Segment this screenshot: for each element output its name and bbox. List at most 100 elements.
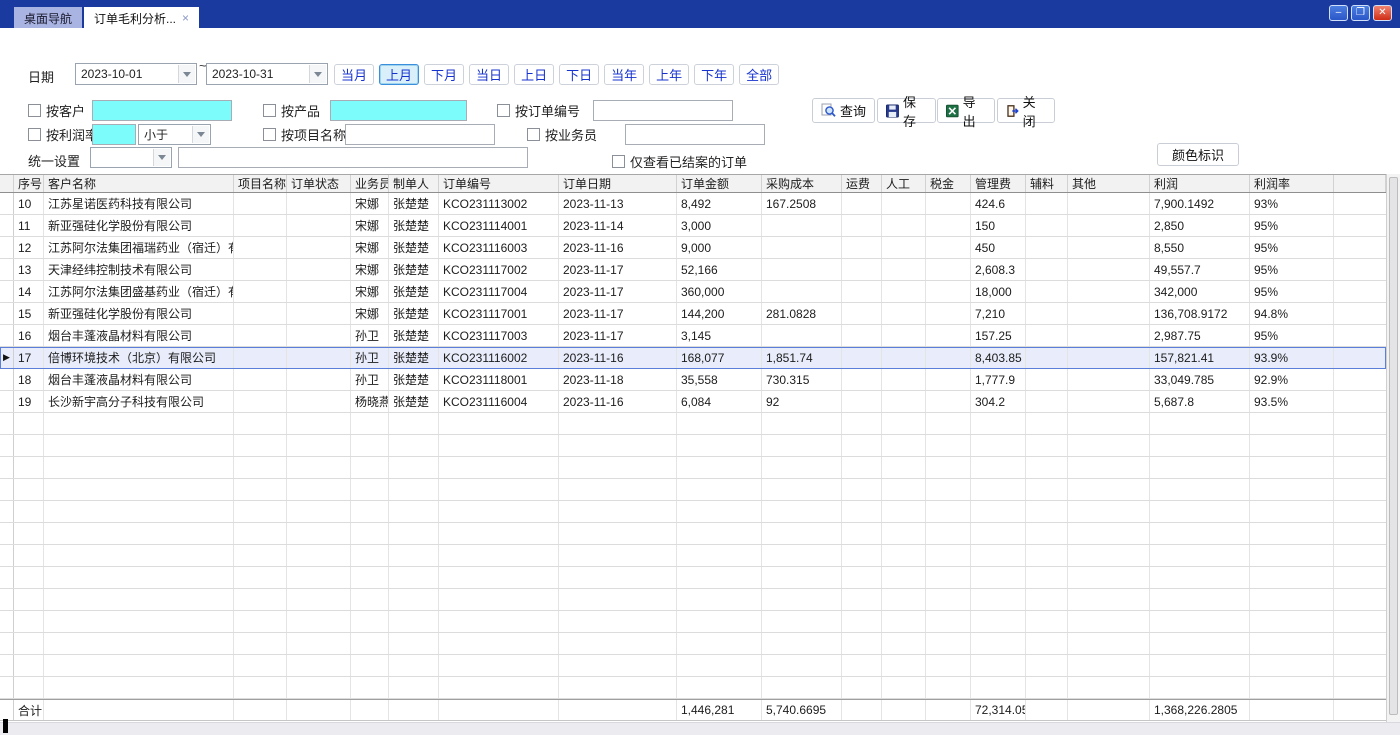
cell[interactable]	[287, 193, 351, 214]
quick-date-button[interactable]: 当年	[604, 64, 644, 85]
cell[interactable]: 93.9%	[1250, 347, 1334, 368]
cell[interactable]	[762, 281, 842, 302]
cell[interactable]: KCO231114001	[439, 215, 559, 236]
row-selector-gutter[interactable]	[0, 325, 14, 346]
cell[interactable]	[287, 347, 351, 368]
column-header[interactable]: 订单金额	[677, 175, 762, 192]
cell[interactable]	[1068, 347, 1150, 368]
cell[interactable]: 360,000	[677, 281, 762, 302]
table-row[interactable]: 16烟台丰蓬液晶材料有限公司孙卫张楚楚KCO2311170032023-11-1…	[0, 325, 1386, 347]
table-row[interactable]: 18烟台丰蓬液晶材料有限公司孙卫张楚楚KCO2311180012023-11-1…	[0, 369, 1386, 391]
cell[interactable]	[842, 369, 882, 390]
by-project-name-checkbox[interactable]: 按项目名称	[263, 125, 346, 144]
cell[interactable]: 95%	[1250, 215, 1334, 236]
by-product-checkbox[interactable]: 按产品	[263, 101, 320, 120]
cell[interactable]: 烟台丰蓬液晶材料有限公司	[44, 369, 234, 390]
cell[interactable]: 长沙新宇高分子科技有限公司	[44, 391, 234, 412]
cell[interactable]: 宋娜	[351, 303, 389, 324]
cell[interactable]: 江苏阿尔法集团盛基药业（宿迁）有限公司	[44, 281, 234, 302]
cell[interactable]	[1068, 237, 1150, 258]
cell[interactable]: 7,210	[971, 303, 1026, 324]
cell[interactable]	[1068, 281, 1150, 302]
profit-rate-operator-combobox[interactable]: 小于	[138, 124, 211, 145]
cell[interactable]: KCO231116004	[439, 391, 559, 412]
cell[interactable]	[926, 347, 971, 368]
checkbox-icon[interactable]	[527, 128, 540, 141]
column-header[interactable]: 运费	[842, 175, 882, 192]
cell[interactable]: 孙卫	[351, 347, 389, 368]
cell[interactable]	[926, 281, 971, 302]
row-selector-gutter[interactable]	[0, 237, 14, 258]
cell[interactable]: 张楚楚	[389, 215, 439, 236]
cell[interactable]: 17	[14, 347, 44, 368]
cell[interactable]: 424.6	[971, 193, 1026, 214]
table-row[interactable]: ▶17倍博环境技术（北京）有限公司孙卫张楚楚KCO2311160022023-1…	[0, 347, 1386, 369]
cell[interactable]: 19	[14, 391, 44, 412]
cell[interactable]: KCO231117003	[439, 325, 559, 346]
column-header[interactable]: 项目名称	[234, 175, 287, 192]
cell[interactable]	[926, 303, 971, 324]
cell[interactable]: 宋娜	[351, 215, 389, 236]
cell[interactable]	[882, 325, 926, 346]
quick-date-button[interactable]: 下日	[559, 64, 599, 85]
cell[interactable]: 15	[14, 303, 44, 324]
cell[interactable]: 2023-11-17	[559, 325, 677, 346]
by-customer-checkbox[interactable]: 按客户	[28, 101, 85, 120]
cell[interactable]: 150	[971, 215, 1026, 236]
cell[interactable]: 95%	[1250, 237, 1334, 258]
cell[interactable]: 144,200	[677, 303, 762, 324]
cell[interactable]	[842, 325, 882, 346]
product-input[interactable]	[330, 100, 467, 121]
checkbox-icon[interactable]	[612, 155, 625, 168]
cell[interactable]	[882, 237, 926, 258]
cell[interactable]: 天津经纬控制技术有限公司	[44, 259, 234, 280]
cell[interactable]: 倍博环境技术（北京）有限公司	[44, 347, 234, 368]
table-row[interactable]: 11新亚强硅化学股份有限公司宋娜张楚楚KCO2311140012023-11-1…	[0, 215, 1386, 237]
cell[interactable]: 35,558	[677, 369, 762, 390]
cell[interactable]	[762, 259, 842, 280]
cell[interactable]	[287, 369, 351, 390]
quick-date-button[interactable]: 上年	[649, 64, 689, 85]
cell[interactable]	[1026, 215, 1068, 236]
cell[interactable]: 3,000	[677, 215, 762, 236]
cell[interactable]: 张楚楚	[389, 303, 439, 324]
quick-date-button[interactable]: 当日	[469, 64, 509, 85]
close-tab-button[interactable]: 关闭	[997, 98, 1055, 123]
cell[interactable]: 49,557.7	[1150, 259, 1250, 280]
quick-date-button[interactable]: 全部	[739, 64, 779, 85]
checkbox-icon[interactable]	[28, 104, 41, 117]
cell[interactable]: 2023-11-14	[559, 215, 677, 236]
cell[interactable]: KCO231116002	[439, 347, 559, 368]
cell[interactable]: 304.2	[971, 391, 1026, 412]
date-from-combobox[interactable]: 2023-10-01	[75, 63, 197, 85]
cell[interactable]	[926, 237, 971, 258]
cell[interactable]: 8,492	[677, 193, 762, 214]
cell[interactable]	[287, 281, 351, 302]
cell[interactable]: 95%	[1250, 259, 1334, 280]
cell[interactable]: 张楚楚	[389, 237, 439, 258]
cell[interactable]: 江苏星诺医药科技有限公司	[44, 193, 234, 214]
cell[interactable]	[1026, 303, 1068, 324]
cell[interactable]: 281.0828	[762, 303, 842, 324]
only-closed-orders-checkbox[interactable]: 仅查看已结案的订单	[612, 152, 747, 171]
by-salesman-checkbox[interactable]: 按业务员	[527, 125, 597, 144]
row-selector-gutter[interactable]	[0, 369, 14, 390]
cell[interactable]	[1026, 193, 1068, 214]
cell[interactable]: 5,687.8	[1150, 391, 1250, 412]
cell[interactable]: 2,850	[1150, 215, 1250, 236]
cell[interactable]	[882, 369, 926, 390]
cell[interactable]: 孙卫	[351, 325, 389, 346]
column-header[interactable]: 其他	[1068, 175, 1150, 192]
quick-date-button[interactable]: 上日	[514, 64, 554, 85]
cell[interactable]	[842, 347, 882, 368]
cell[interactable]	[882, 259, 926, 280]
quick-date-button[interactable]: 当月	[334, 64, 374, 85]
cell[interactable]	[1026, 281, 1068, 302]
chevron-down-icon[interactable]	[309, 65, 326, 83]
cell[interactable]: 16	[14, 325, 44, 346]
cell[interactable]	[234, 325, 287, 346]
date-to-combobox[interactable]: 2023-10-31	[206, 63, 328, 85]
table-row[interactable]: 12江苏阿尔法集团福瑞药业（宿迁）有限公司宋娜张楚楚KCO23111600320…	[0, 237, 1386, 259]
cell[interactable]	[1026, 237, 1068, 258]
cell[interactable]: 宋娜	[351, 193, 389, 214]
